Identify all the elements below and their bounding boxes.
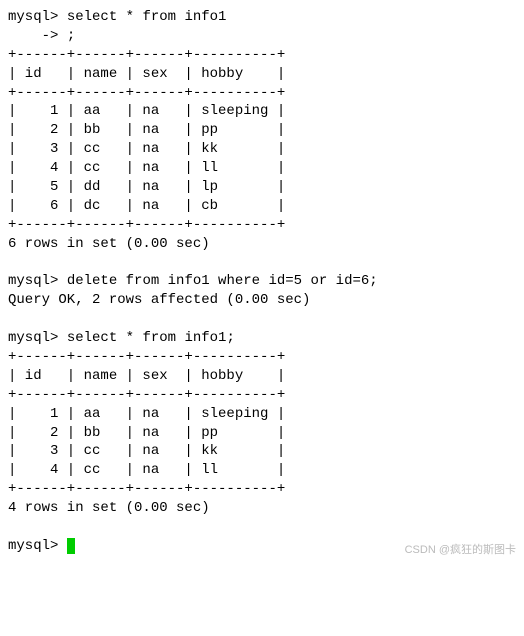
continuation-prompt: -> [8, 28, 58, 44]
table-border: +------+------+------+----------+ [8, 217, 285, 233]
table-border: +------+------+------+----------+ [8, 481, 285, 497]
query-text: ; [67, 28, 75, 44]
table-header: | id | name | sex | hobby | [8, 66, 285, 82]
prompt: mysql> [8, 9, 58, 25]
table-row: | 1 | aa | na | sleeping | [8, 103, 285, 119]
prompt: mysql> [8, 538, 58, 554]
prompt: mysql> [8, 330, 58, 346]
table-border: +------+------+------+----------+ [8, 349, 285, 365]
query-result: Query OK, 2 rows affected (0.00 sec) [8, 292, 310, 308]
table-row: | 3 | cc | na | kk | [8, 141, 285, 157]
table-row: | 4 | cc | na | ll | [8, 160, 285, 176]
query-text: delete from info1 where id=5 or id=6; [67, 273, 378, 289]
table-row: | 4 | cc | na | ll | [8, 462, 285, 478]
result-footer: 6 rows in set (0.00 sec) [8, 236, 210, 252]
query-text: select * from info1 [67, 9, 227, 25]
table-row: | 1 | aa | na | sleeping | [8, 406, 285, 422]
cursor-icon [67, 538, 75, 554]
watermark-text: CSDN @疯狂的斯图卡 [405, 543, 516, 558]
result-footer: 4 rows in set (0.00 sec) [8, 500, 210, 516]
table-row: | 5 | dd | na | lp | [8, 179, 285, 195]
table-row: | 3 | cc | na | kk | [8, 443, 285, 459]
table-border: +------+------+------+----------+ [8, 85, 285, 101]
table-border: +------+------+------+----------+ [8, 47, 285, 63]
mysql-terminal[interactable]: mysql> select * from info1 -> ; +------+… [8, 8, 516, 556]
table-header: | id | name | sex | hobby | [8, 368, 285, 384]
table-row: | 2 | bb | na | pp | [8, 425, 285, 441]
table-border: +------+------+------+----------+ [8, 387, 285, 403]
table-row: | 6 | dc | na | cb | [8, 198, 285, 214]
prompt: mysql> [8, 273, 58, 289]
table-row: | 2 | bb | na | pp | [8, 122, 285, 138]
query-text: select * from info1; [67, 330, 235, 346]
